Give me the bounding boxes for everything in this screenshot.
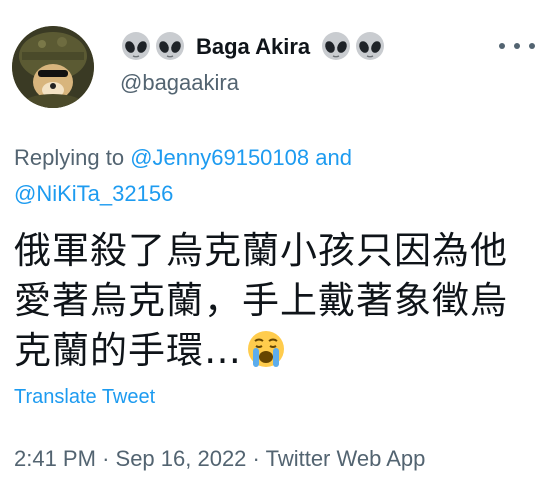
alien-icon — [354, 31, 386, 63]
more-dot-icon — [514, 43, 520, 49]
tweet-source-link[interactable]: Twitter Web App — [266, 446, 426, 471]
meta-separator: · — [252, 446, 260, 471]
tweet-text-line: 克蘭的手環… — [14, 329, 242, 372]
replying-to: Replying to @Jenny69150108 and @NiKiTa_3… — [14, 140, 434, 212]
tweet-meta: 2:41 PM · Sep 16, 2022 · Twitter Web App — [14, 446, 425, 472]
author-handle[interactable]: @bagaakira — [120, 70, 239, 96]
alien-icon — [320, 31, 352, 63]
tweet-text-line: 愛著烏克蘭，手上戴著象徵烏 — [14, 279, 508, 322]
meta-separator: · — [102, 446, 110, 471]
avatar[interactable] — [12, 26, 94, 108]
reply-conjunction[interactable]: and — [315, 145, 352, 170]
alien-icon — [120, 31, 152, 63]
loudly-crying-face-icon — [246, 329, 286, 369]
translate-tweet-link[interactable]: Translate Tweet — [14, 386, 155, 409]
tweet-date-link[interactable]: Sep 16, 2022 — [116, 446, 247, 471]
alien-icon — [154, 31, 186, 63]
more-options-button[interactable] — [499, 36, 535, 56]
author-display-name: Baga Akira — [196, 34, 311, 59]
avatar-image — [12, 26, 94, 108]
tweet-time-link[interactable]: 2:41 PM — [14, 446, 96, 471]
tweet-text-line: 俄軍殺了烏克蘭小孩只因為他 — [14, 229, 508, 272]
author-name-row[interactable]: Baga Akira — [120, 30, 388, 64]
tweet: Baga Akira @bagaakira Replying to @Jenny… — [0, 0, 555, 503]
reply-user-link[interactable]: @Jenny69150108 — [130, 145, 309, 170]
reply-user-link[interactable]: @NiKiTa_32156 — [14, 181, 173, 206]
more-dot-icon — [499, 43, 505, 49]
more-dot-icon — [529, 43, 535, 49]
tweet-text: 俄軍殺了烏克蘭小孩只因為他 愛著烏克蘭，手上戴著象徵烏 克蘭的手環… — [14, 226, 544, 376]
replying-prefix: Replying to — [14, 145, 125, 170]
